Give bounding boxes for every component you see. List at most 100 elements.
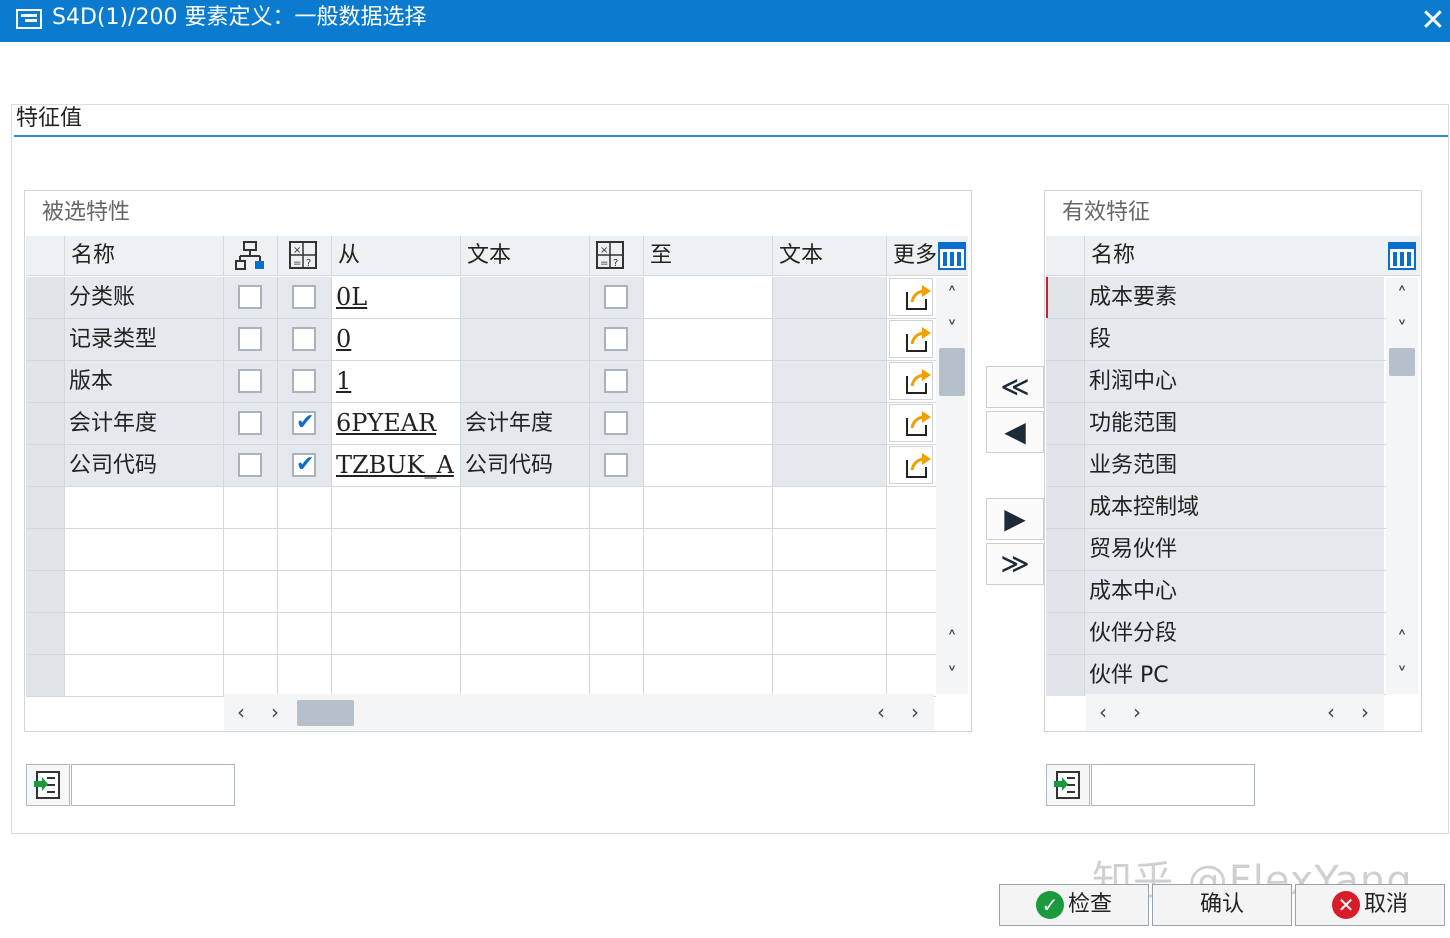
variable-checkbox[interactable] xyxy=(604,411,628,435)
scroll-thumb[interactable] xyxy=(1389,348,1415,376)
header-variable-to[interactable]: × = ? xyxy=(590,236,644,276)
scroll-up-icon[interactable]: ˄ xyxy=(937,280,967,310)
hierarchy-checkbox[interactable] xyxy=(238,411,262,435)
row-selector-header[interactable] xyxy=(26,236,65,276)
empty-cell[interactable] xyxy=(332,655,461,696)
page-down-icon[interactable]: ˅ xyxy=(1387,660,1417,690)
table-row[interactable]: 会计年度 ✔ 6PYEAR 会计年度 xyxy=(26,403,936,445)
empty-cell[interactable] xyxy=(773,487,887,528)
variable-checkbox[interactable]: ✔ xyxy=(292,411,316,435)
list-item[interactable]: 成本控制域 xyxy=(1046,487,1386,529)
available-item-name[interactable]: 段 xyxy=(1085,319,1384,360)
header-to[interactable]: 至 xyxy=(644,236,773,276)
move-left-button[interactable]: ◀ xyxy=(986,411,1044,453)
row-selector[interactable] xyxy=(26,613,65,654)
header-from[interactable]: 从 xyxy=(332,236,461,276)
hscroll-thumb[interactable] xyxy=(297,700,354,726)
table-row[interactable]: 分类账 0L xyxy=(26,277,936,319)
scroll-left-icon[interactable]: ‹ xyxy=(1088,697,1118,727)
empty-cell[interactable] xyxy=(644,487,773,528)
list-item[interactable]: 业务范围 xyxy=(1046,445,1386,487)
available-item-name[interactable]: 伙伴 PC xyxy=(1085,655,1384,696)
cell-from[interactable]: 6PYEAR xyxy=(332,403,461,444)
cell-from[interactable]: 1 xyxy=(332,361,461,402)
from-value-link[interactable]: 6PYEAR xyxy=(336,409,436,437)
empty-cell[interactable] xyxy=(278,655,332,696)
list-item[interactable]: 段 xyxy=(1046,319,1386,361)
empty-cell[interactable] xyxy=(590,487,644,528)
row-selector[interactable] xyxy=(1046,529,1085,570)
available-table-hscroll[interactable]: ‹ › ‹ › xyxy=(1086,694,1384,730)
cell-to-input[interactable] xyxy=(644,319,773,360)
list-item[interactable]: 伙伴 PC xyxy=(1046,655,1386,696)
hierarchy-checkbox[interactable] xyxy=(238,285,262,309)
row-selector[interactable] xyxy=(1046,445,1085,486)
header-variable-from[interactable]: × = ? xyxy=(278,236,332,276)
empty-cell[interactable] xyxy=(224,487,278,528)
empty-cell[interactable] xyxy=(332,487,461,528)
empty-cell[interactable] xyxy=(461,613,590,654)
from-value-link[interactable]: TZBUK_A xyxy=(336,451,454,479)
empty-cell[interactable] xyxy=(278,571,332,612)
row-selector[interactable] xyxy=(26,571,65,612)
position-button[interactable] xyxy=(1046,764,1090,806)
empty-cell[interactable] xyxy=(224,613,278,654)
empty-cell[interactable] xyxy=(461,487,590,528)
row-selector[interactable] xyxy=(1046,613,1085,654)
empty-table-row[interactable] xyxy=(26,571,936,613)
empty-cell[interactable] xyxy=(773,529,887,570)
row-selector[interactable] xyxy=(26,361,65,402)
empty-table-row[interactable] xyxy=(26,613,936,655)
row-selector[interactable] xyxy=(1046,487,1085,528)
variable-checkbox[interactable] xyxy=(292,369,316,393)
empty-cell[interactable] xyxy=(773,571,887,612)
empty-table-row[interactable] xyxy=(26,529,936,571)
row-selector[interactable] xyxy=(1046,319,1085,360)
empty-cell[interactable] xyxy=(65,529,224,570)
table-row[interactable]: 版本 1 xyxy=(26,361,936,403)
empty-cell[interactable] xyxy=(887,529,936,570)
row-selector[interactable] xyxy=(26,277,65,318)
scroll-down-icon[interactable]: ˅ xyxy=(1387,314,1417,344)
empty-cell[interactable] xyxy=(590,529,644,570)
empty-cell[interactable] xyxy=(278,613,332,654)
scroll-right-icon[interactable]: › xyxy=(1122,697,1152,727)
page-up-icon[interactable]: ˄ xyxy=(1387,624,1417,654)
available-item-name[interactable]: 成本要素 xyxy=(1085,277,1384,318)
empty-cell[interactable] xyxy=(887,655,936,696)
cell-from[interactable]: 0 xyxy=(332,319,461,360)
available-item-name[interactable]: 贸易伙伴 xyxy=(1085,529,1384,570)
row-selector[interactable] xyxy=(1046,571,1085,612)
variable-checkbox[interactable] xyxy=(292,327,316,351)
list-item[interactable]: 利润中心 xyxy=(1046,361,1386,403)
position-button[interactable] xyxy=(26,764,70,806)
available-item-name[interactable]: 业务范围 xyxy=(1085,445,1384,486)
close-icon[interactable]: ✕ xyxy=(1418,6,1448,36)
cell-to-input[interactable] xyxy=(644,277,773,318)
row-selector[interactable] xyxy=(1046,361,1085,402)
hierarchy-checkbox[interactable] xyxy=(238,453,262,477)
cell-from[interactable]: 0L xyxy=(332,277,461,318)
from-value-link[interactable]: 0L xyxy=(336,283,367,311)
empty-cell[interactable] xyxy=(644,613,773,654)
variable-checkbox[interactable]: ✔ xyxy=(292,453,316,477)
empty-cell[interactable] xyxy=(278,529,332,570)
selected-table-hscroll[interactable]: ‹ › ‹ › xyxy=(224,694,934,730)
available-item-name[interactable]: 成本控制域 xyxy=(1085,487,1384,528)
empty-cell[interactable] xyxy=(224,655,278,696)
cancel-button[interactable]: ✕ 取消 xyxy=(1295,884,1445,926)
scroll-right-icon[interactable]: › xyxy=(1350,697,1380,727)
list-item[interactable]: 贸易伙伴 xyxy=(1046,529,1386,571)
row-selector[interactable] xyxy=(26,487,65,528)
scroll-up-icon[interactable]: ˄ xyxy=(1387,280,1417,310)
details-button[interactable] xyxy=(889,446,933,484)
available-item-name[interactable]: 成本中心 xyxy=(1085,571,1384,612)
move-right-button[interactable]: ▶ xyxy=(986,498,1044,540)
scroll-left-icon[interactable]: ‹ xyxy=(1316,697,1346,727)
hierarchy-checkbox[interactable] xyxy=(238,327,262,351)
table-row[interactable]: 公司代码 ✔ TZBUK_A 公司代码 xyxy=(26,445,936,487)
cell-to-input[interactable] xyxy=(644,445,773,486)
empty-cell[interactable] xyxy=(224,571,278,612)
move-all-left-button[interactable]: ≪ xyxy=(986,366,1044,408)
page-up-icon[interactable]: ˄ xyxy=(937,624,967,654)
